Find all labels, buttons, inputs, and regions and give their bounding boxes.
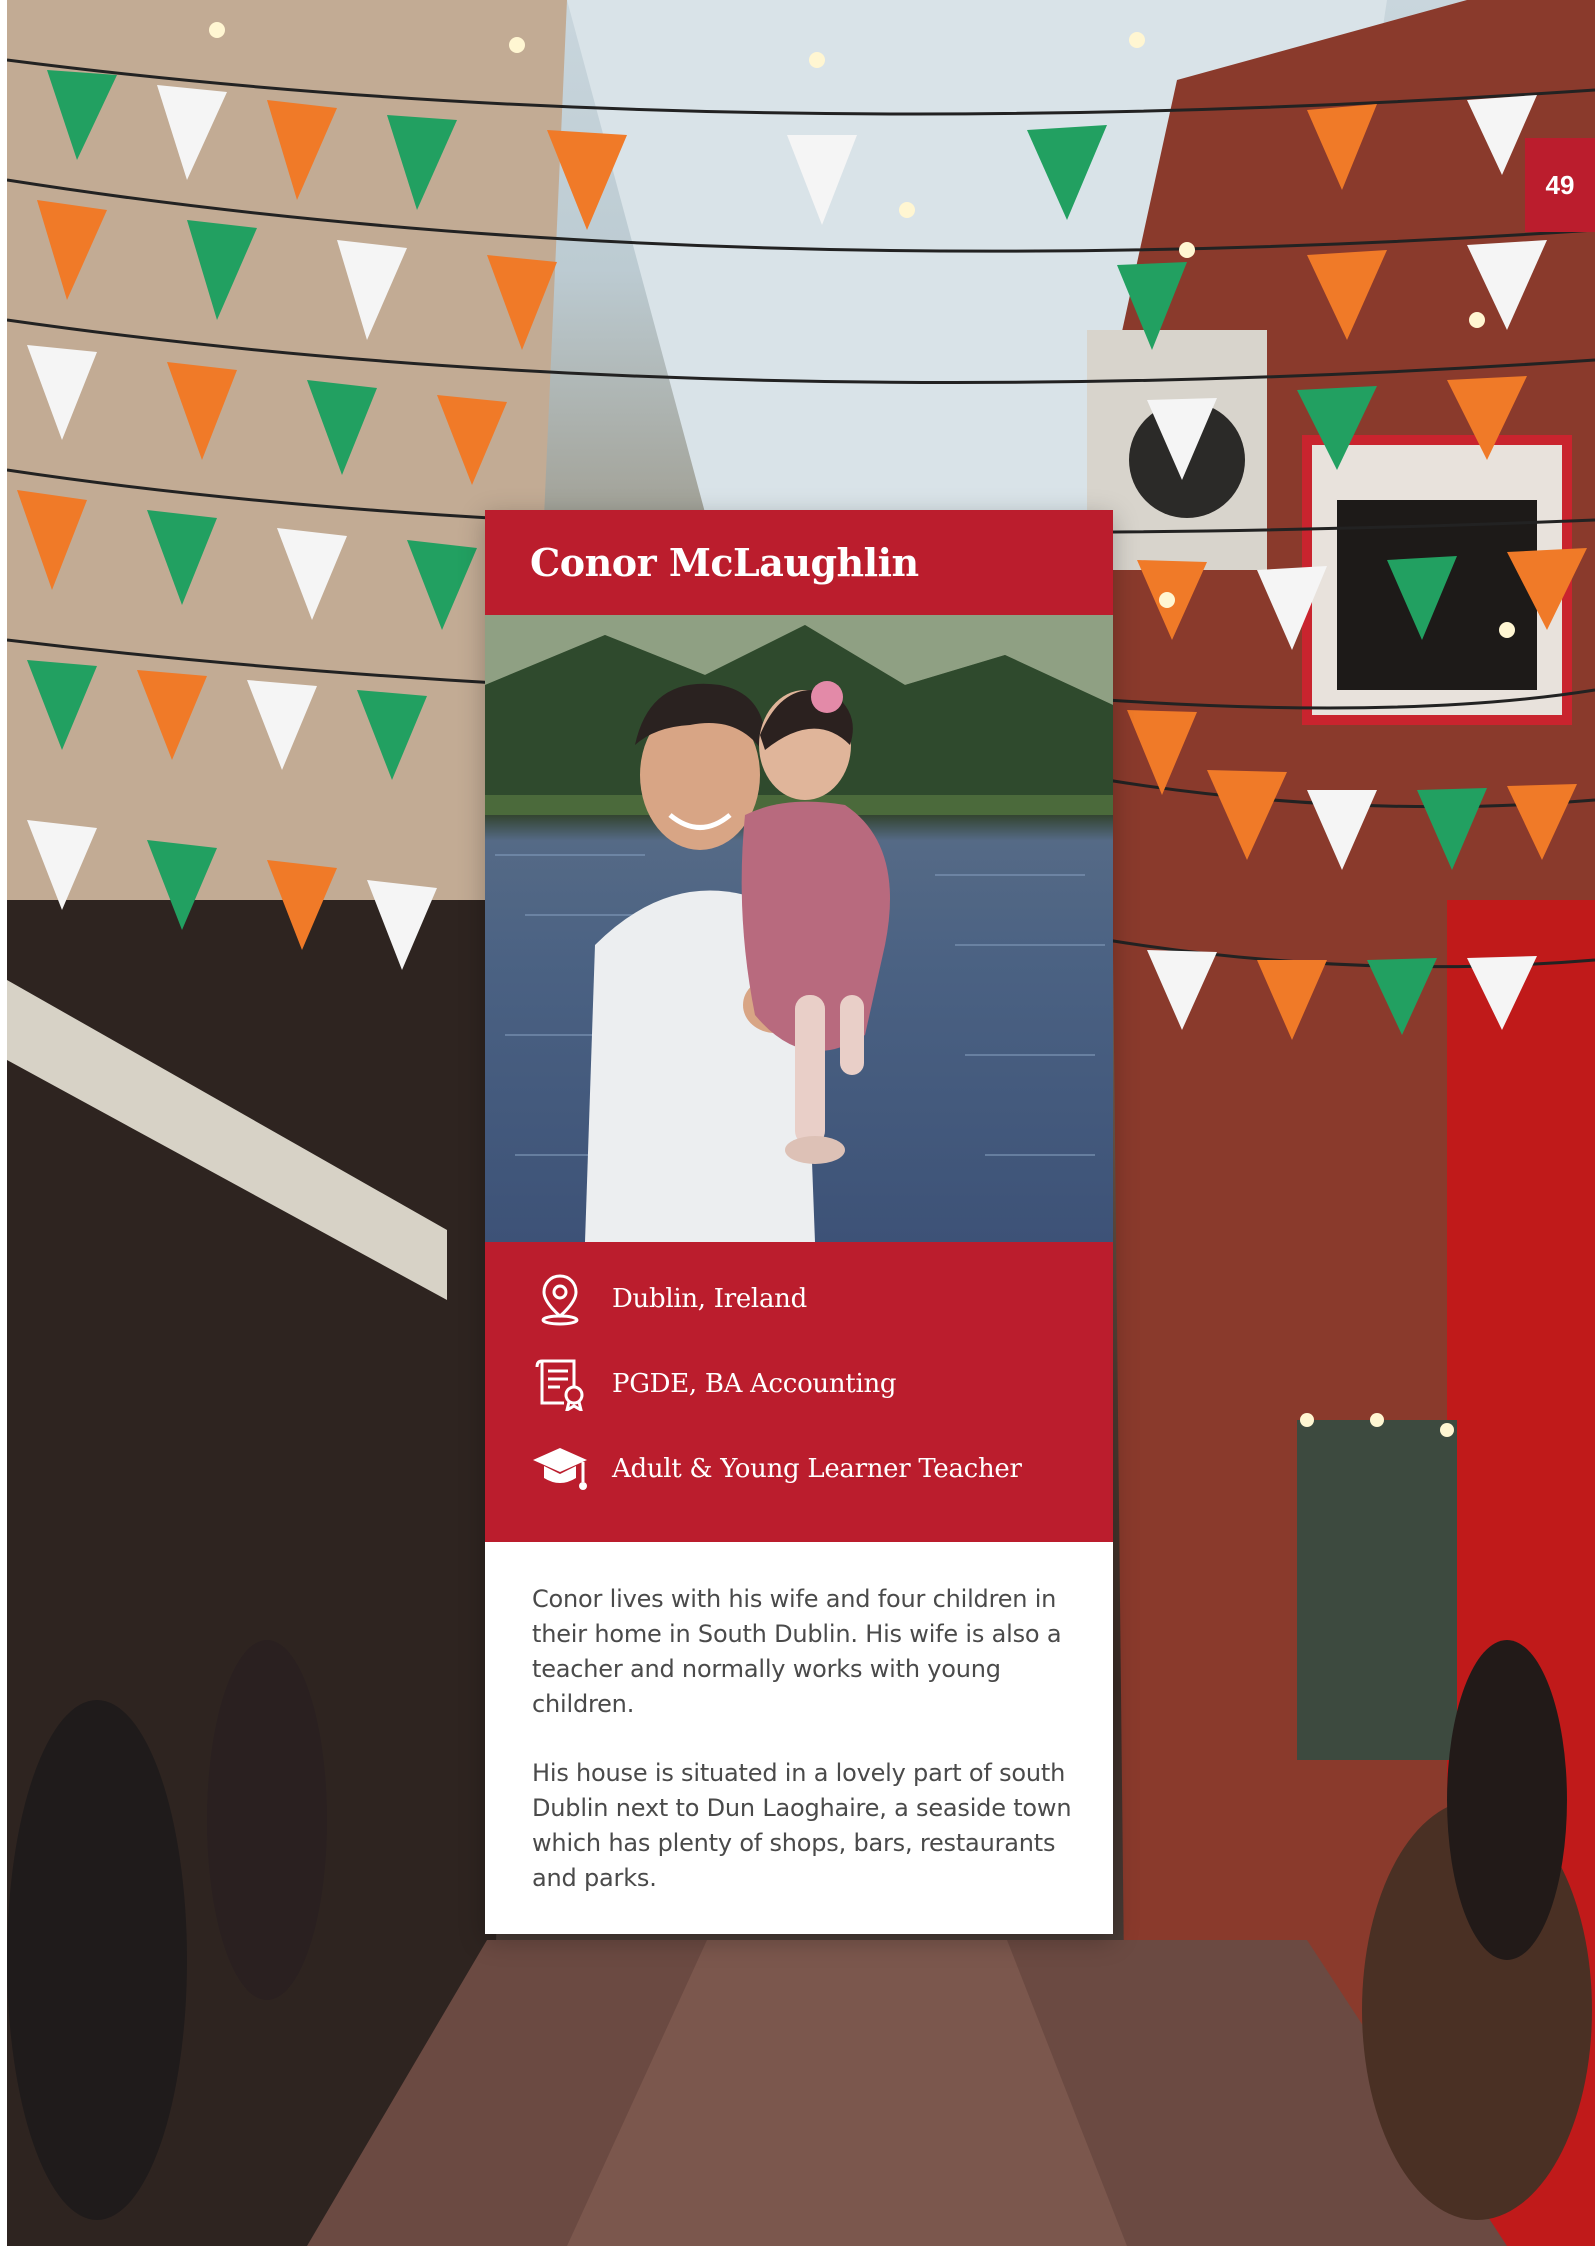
detail-qualification-text: PGDE, BA Accounting (612, 1369, 897, 1399)
profile-photo (485, 615, 1113, 1242)
location-pin-icon (528, 1272, 592, 1326)
profile-bio: Conor lives with his wife and four child… (485, 1542, 1113, 1934)
bio-paragraph: His house is situated in a lovely part o… (532, 1759, 1072, 1892)
graduation-cap-icon (528, 1444, 592, 1494)
profile-card: Conor McLaughlin Dublin, Ireland PGDE, B… (485, 510, 1113, 1934)
bio-paragraph: Conor lives with his wife and four child… (532, 1585, 1062, 1718)
detail-role: Adult & Young Learner Teacher (485, 1444, 1113, 1494)
photo-illustration (485, 615, 1113, 1242)
page-number: 49 (1545, 169, 1575, 200)
profile-header: Conor McLaughlin (485, 510, 1113, 615)
profile-name: Conor McLaughlin (530, 540, 919, 585)
certificate-icon (528, 1357, 592, 1411)
detail-location: Dublin, Ireland (485, 1272, 1113, 1326)
detail-qualification: PGDE, BA Accounting (485, 1357, 1113, 1411)
detail-location-text: Dublin, Ireland (612, 1284, 807, 1314)
profile-details: Dublin, Ireland PGDE, BA Accounting Adul… (485, 1242, 1113, 1542)
page-number-tab: 49 (1525, 138, 1595, 232)
detail-role-text: Adult & Young Learner Teacher (612, 1454, 1022, 1484)
